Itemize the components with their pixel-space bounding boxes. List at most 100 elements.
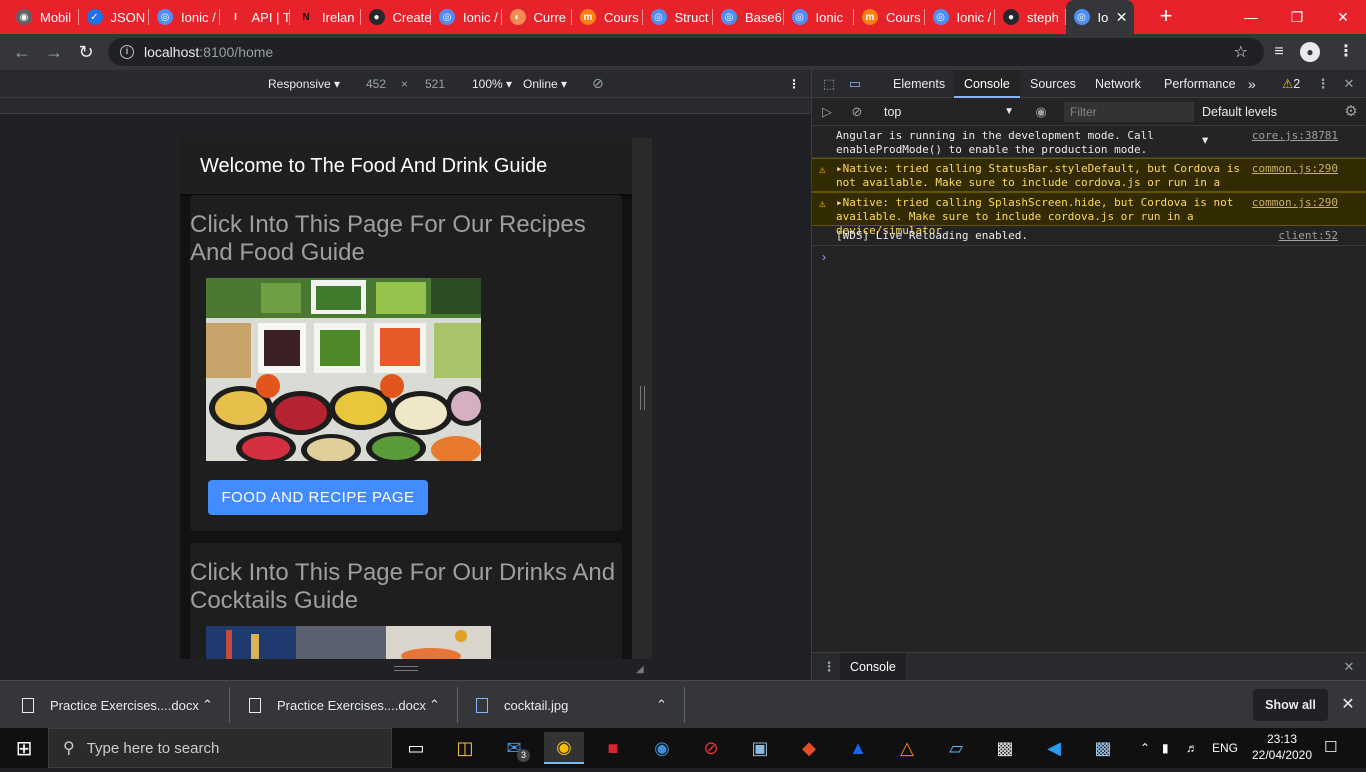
back-arrow-icon[interactable]: ←	[10, 40, 34, 64]
windows-start-icon[interactable]: ⊞	[4, 732, 44, 764]
media-queue-icon[interactable]: ≡	[1267, 40, 1291, 64]
zoom-dropdown[interactable]: 100% ▾	[472, 77, 512, 91]
device-toolbar-menu-icon[interactable]: ⋮	[788, 77, 800, 91]
language-indicator[interactable]: ENG	[1212, 728, 1238, 768]
log-levels-dropdown[interactable]: Default levels ▾	[1192, 98, 1292, 147]
browser-tab[interactable]: ● Create	[361, 0, 431, 34]
console-message-source[interactable]: client:52	[1278, 229, 1338, 243]
browser-tab[interactable]: m Cours	[572, 0, 643, 34]
inspect-element-icon[interactable]: ⬚	[820, 75, 838, 93]
vlc-icon[interactable]: △	[887, 732, 927, 764]
browser-tab[interactable]: I API | T	[220, 0, 290, 34]
terminal-icon[interactable]: ▩	[985, 732, 1025, 764]
tab-network[interactable]: Network	[1085, 70, 1151, 98]
browser-tab[interactable]: ◎ Ionic /	[925, 0, 995, 34]
vscode-icon[interactable]: ◀	[1034, 732, 1074, 764]
minimize-button[interactable]: —	[1228, 0, 1274, 34]
browser-tab[interactable]: ◎ Ionic	[784, 0, 854, 34]
console-message-source[interactable]: core.js:38781	[1252, 129, 1338, 143]
device-height-input[interactable]: 521	[425, 77, 445, 91]
download-item[interactable]: Practice Exercises....docx ⌃	[249, 681, 449, 729]
browser-tab[interactable]: m Cours	[854, 0, 925, 34]
devtools-close-icon[interactable]: ✕	[1340, 75, 1358, 93]
malwarebytes-icon[interactable]: ▲	[838, 732, 878, 764]
reload-icon[interactable]: ↻	[74, 40, 98, 64]
browser-tab[interactable]: ◎ Io ✕	[1065, 0, 1134, 34]
mail-icon[interactable]: ✉ 3	[494, 732, 534, 764]
browser-tab[interactable]: ◐ Curre	[502, 0, 572, 34]
browser-tab[interactable]: N Irelan	[290, 0, 361, 34]
show-all-downloads-button[interactable]: Show all	[1253, 689, 1328, 721]
browser-tab[interactable]: ✓ JSON	[79, 0, 149, 34]
tab-performance[interactable]: Performance	[1154, 70, 1246, 98]
console-warning-source[interactable]: common.js:290	[1252, 162, 1338, 176]
tab-elements[interactable]: Elements	[883, 70, 955, 98]
device-toggle-icon[interactable]: ▭	[846, 75, 864, 93]
image-viewer-icon[interactable]: ▩	[1083, 732, 1123, 764]
volume-icon[interactable]: ♬	[1186, 728, 1198, 768]
console-settings-gear-icon[interactable]: ⚙	[1342, 103, 1360, 121]
photos-app-icon[interactable]: ▣	[740, 732, 780, 764]
site-info-icon[interactable]: i	[120, 45, 134, 59]
more-tabs-button[interactable]: »	[1238, 70, 1266, 98]
chevron-up-icon[interactable]: ⌃	[429, 697, 440, 713]
close-downloads-icon[interactable]: ✕	[1336, 693, 1360, 717]
live-expression-eye-icon[interactable]: ◉	[1032, 103, 1050, 121]
rotate-icon[interactable]: ⊘	[592, 75, 604, 92]
rstudio-icon[interactable]: ◉	[642, 732, 682, 764]
show-hidden-icons[interactable]: ⌃	[1140, 728, 1150, 768]
browser-tab[interactable]: ◎ Ionic /	[431, 0, 502, 34]
bull-app-icon[interactable]: ■	[593, 732, 633, 764]
console-warning-source[interactable]: common.js:290	[1252, 196, 1338, 210]
profile-avatar-icon[interactable]: ●	[1300, 42, 1320, 62]
restore-button[interactable]: ❐	[1274, 0, 1320, 34]
resize-handle-bottom[interactable]	[394, 666, 418, 671]
task-view-icon[interactable]: ▭	[396, 732, 436, 764]
food-guide-card[interactable]: Click Into This Page For Our Recipes And…	[190, 195, 622, 531]
clock[interactable]: 23:13 22/04/2020	[1248, 732, 1316, 772]
battery-icon[interactable]: ▮	[1162, 728, 1169, 768]
close-window-button[interactable]: ✕	[1320, 0, 1366, 34]
chrome-icon[interactable]: ◉	[544, 732, 584, 764]
tab-console[interactable]: Console	[954, 70, 1020, 98]
close-tab-icon[interactable]: ✕	[1116, 9, 1128, 26]
drawer-tab-console[interactable]: Console	[840, 653, 906, 681]
browser-tab[interactable]: ◎ Ionic /	[149, 0, 220, 34]
app-window-icon[interactable]: ▱	[936, 732, 976, 764]
file-explorer-icon[interactable]: ◫	[445, 732, 485, 764]
console-filter-input[interactable]	[1064, 102, 1194, 122]
new-tab-button[interactable]: +	[1154, 5, 1178, 29]
chevron-up-icon[interactable]: ⌃	[656, 697, 667, 713]
devtools-menu-icon[interactable]: ⋮	[1314, 75, 1332, 93]
sidebar-toggle-icon[interactable]: ▷	[818, 103, 836, 121]
blocked-app-icon[interactable]: ⊘	[691, 732, 731, 764]
notification-center-icon[interactable]: ☐	[1324, 728, 1337, 768]
drawer-menu-icon[interactable]: ⋮	[820, 658, 838, 676]
device-width-input[interactable]: 452	[366, 77, 386, 91]
warnings-counter[interactable]: ⚠2	[1272, 70, 1310, 98]
responsive-dropdown[interactable]: Responsive ▾	[268, 77, 340, 91]
download-item[interactable]: cocktail.jpg ⌃	[476, 681, 676, 729]
browser-tab[interactable]: ◎ Struct	[643, 0, 713, 34]
resize-handle-right[interactable]	[640, 386, 645, 410]
network-dropdown[interactable]: Online ▾	[523, 77, 567, 91]
git-app-icon[interactable]: ◆	[789, 732, 829, 764]
browser-tab[interactable]: ● steph	[995, 0, 1066, 34]
address-bar[interactable]: i localhost:8100/home ☆	[108, 38, 1264, 66]
resize-corner-icon[interactable]: ◢	[636, 664, 644, 675]
console-prompt[interactable]: ›	[822, 250, 826, 264]
tab-sources[interactable]: Sources	[1020, 70, 1086, 98]
drawer-close-icon[interactable]: ✕	[1340, 658, 1358, 676]
forward-arrow-icon[interactable]: →	[42, 40, 66, 64]
drinks-guide-card[interactable]: Click Into This Page For Our Drinks And …	[190, 543, 622, 659]
download-item[interactable]: Practice Exercises....docx ⌃	[22, 681, 222, 729]
chevron-up-icon[interactable]: ⌃	[202, 697, 213, 713]
bookmark-star-icon[interactable]: ☆	[1234, 42, 1248, 62]
browser-tab[interactable]: ◉ Mobil	[8, 0, 79, 34]
food-and-recipe-button[interactable]: FOOD AND RECIPE PAGE	[208, 480, 428, 515]
browser-tab[interactable]: ◎ Base6	[713, 0, 784, 34]
taskbar-search-box[interactable]: ⚲ Type here to search	[48, 728, 392, 768]
clear-console-icon[interactable]: ⊘	[848, 103, 866, 121]
menu-kebab-icon[interactable]: ⋮	[1334, 40, 1358, 64]
context-selector[interactable]: top ▼	[874, 98, 1014, 126]
